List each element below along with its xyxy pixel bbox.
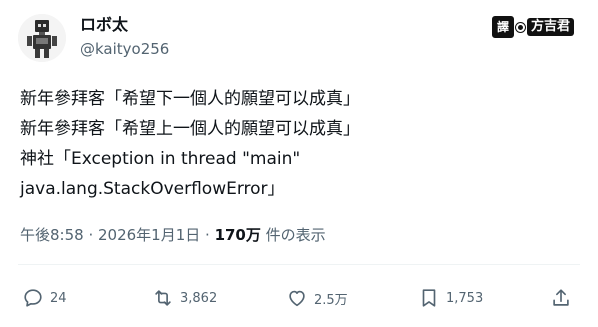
tweet-text: 新年參拜客「希望下一個人的願望可以成真」 新年參拜客「希望上一個人的願望可以成真… (20, 84, 580, 204)
watermark-dot-icon (515, 22, 525, 32)
tweet-line: 神社「Exception in thread "main" (20, 149, 301, 169)
action-bar: 24 3,862 2.5万 1,753 (22, 284, 582, 312)
display-name[interactable]: ロボ太 (80, 14, 169, 36)
reply-button[interactable]: 24 (22, 284, 67, 312)
tweet-meta: 午後8:58 · 2026年1月1日 · 170万 件の表示 (20, 224, 326, 246)
bookmark-count: 1,753 (446, 290, 484, 306)
views-count: 170万 (214, 226, 261, 244)
tweet-header: ロボ太 @kaityo256 譯 方吉君 (18, 12, 580, 68)
speech-bubble-icon (24, 289, 42, 307)
retweet-count: 3,862 (180, 290, 218, 306)
bookmark-button[interactable]: 1,753 (418, 284, 483, 312)
robot-avatar-icon (18, 14, 66, 62)
share-button[interactable] (550, 284, 572, 312)
avatar[interactable] (18, 14, 66, 62)
bookmark-icon (422, 289, 436, 307)
translator-watermark: 譯 方吉君 (491, 16, 574, 38)
watermark-name: 方吉君 (526, 18, 574, 36)
tweet-timestamp[interactable]: 午後8:58 · 2026年1月1日 · (20, 226, 215, 244)
retweet-button[interactable]: 3,862 (152, 284, 217, 312)
user-names: ロボ太 @kaityo256 (80, 14, 169, 60)
like-button[interactable]: 2.5万 (286, 284, 348, 312)
like-count: 2.5万 (314, 292, 348, 308)
heart-icon (289, 290, 305, 307)
watermark-badge: 譯 (491, 16, 514, 38)
tweet-line: 新年參拜客「希望上一個人的願望可以成真」 (20, 119, 360, 139)
user-handle[interactable]: @kaityo256 (80, 38, 169, 60)
tweet-line: java.lang.StackOverflowError」 (20, 179, 285, 199)
retweet-arrows-icon (155, 290, 171, 306)
views-label: 件の表示 (260, 226, 326, 244)
reply-count: 24 (50, 290, 67, 306)
divider (18, 264, 580, 265)
share-upload-icon (553, 289, 569, 306)
tweet-line: 新年參拜客「希望下一個人的願望可以成真」 (20, 89, 360, 109)
